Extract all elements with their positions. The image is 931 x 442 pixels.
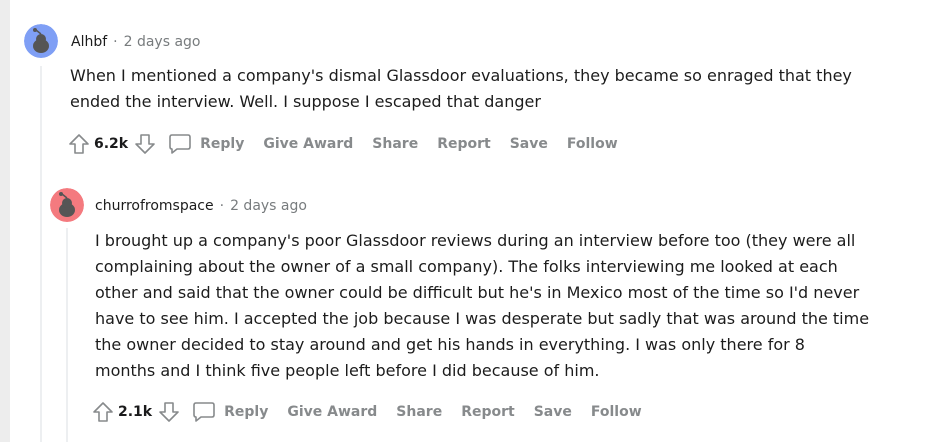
author-name[interactable]: churrofromspace xyxy=(95,198,214,214)
comment-meta: churrofromspace · 2 days ago xyxy=(95,197,307,215)
report-button[interactable]: Report xyxy=(437,136,491,152)
comment-age[interactable]: 2 days ago xyxy=(124,34,201,50)
reddit-snoo-avatar-icon xyxy=(24,24,58,58)
vote-score: 6.2k xyxy=(94,136,129,152)
meta-separator: · xyxy=(219,198,225,214)
downvote-button[interactable] xyxy=(132,130,158,158)
comment-bubble-icon xyxy=(193,402,215,422)
comment-body: I brought up a company's poor Glassdoor … xyxy=(95,231,870,380)
share-button[interactable]: Share xyxy=(372,136,418,152)
reply-button[interactable]: Reply xyxy=(192,401,268,423)
upvote-button[interactable] xyxy=(90,398,116,426)
upvote-arrow-icon xyxy=(93,402,113,422)
reply-label: Reply xyxy=(200,136,245,152)
follow-button[interactable]: Follow xyxy=(567,136,618,152)
comment-body: When I mentioned a company's dismal Glas… xyxy=(70,66,852,111)
upvote-button[interactable] xyxy=(66,130,92,158)
save-button[interactable]: Save xyxy=(534,404,572,420)
reply-button[interactable]: Reply xyxy=(168,133,244,155)
share-button[interactable]: Share xyxy=(396,404,442,420)
follow-button[interactable]: Follow xyxy=(591,404,642,420)
thread-line-child[interactable] xyxy=(66,228,68,442)
meta-separator: · xyxy=(113,34,118,50)
reply-label: Reply xyxy=(224,404,269,420)
vote-score: 2.1k xyxy=(118,404,153,420)
author-name[interactable]: Alhbf xyxy=(71,34,107,50)
comment-actions: 6.2k Reply Give Award Share Report Save … xyxy=(66,130,618,158)
avatar[interactable] xyxy=(24,24,58,58)
report-button[interactable]: Report xyxy=(461,404,515,420)
downvote-arrow-icon xyxy=(135,134,155,154)
give-award-button[interactable]: Give Award xyxy=(287,404,377,420)
thread-line-parent[interactable] xyxy=(40,66,42,442)
downvote-button[interactable] xyxy=(156,398,182,426)
give-award-button[interactable]: Give Award xyxy=(263,136,353,152)
comment-actions: 2.1k Reply Give Award Share Report Save … xyxy=(90,398,642,426)
page-gutter xyxy=(0,0,10,442)
downvote-arrow-icon xyxy=(159,402,179,422)
upvote-arrow-icon xyxy=(69,134,89,154)
comment-bubble-icon xyxy=(169,134,191,154)
save-button[interactable]: Save xyxy=(510,136,548,152)
reddit-snoo-avatar-icon xyxy=(50,188,84,222)
comment-age[interactable]: 2 days ago xyxy=(230,198,307,214)
avatar[interactable] xyxy=(50,188,84,222)
comment-meta: Alhbf · 2 days ago xyxy=(71,33,201,51)
